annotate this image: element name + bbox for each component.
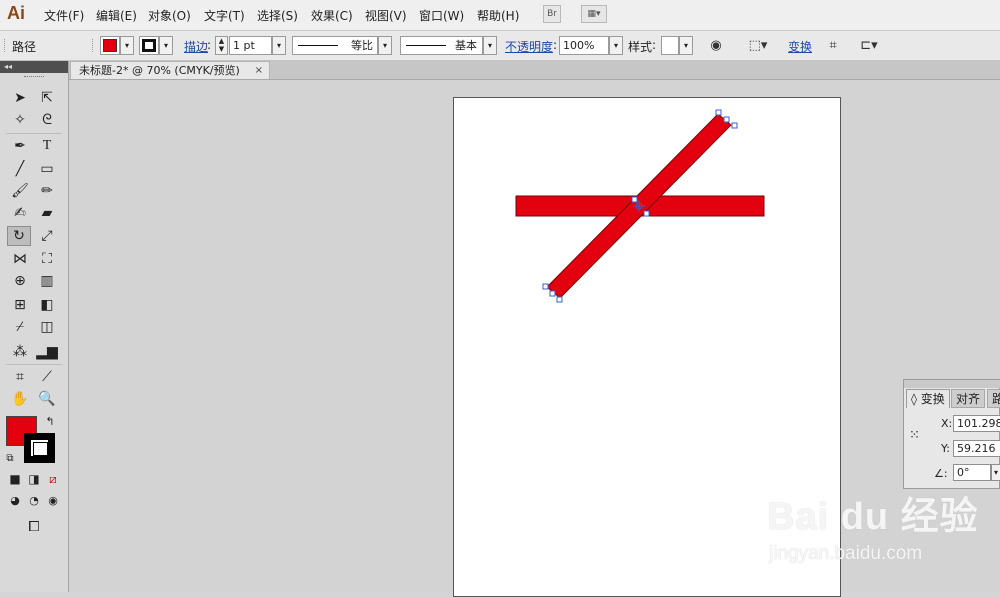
anchor-point [631, 196, 638, 203]
reference-point-locator-icon[interactable]: ⁙ [909, 427, 926, 444]
angle-icon: ∠: [934, 467, 948, 480]
transform-panel-header[interactable] [904, 380, 1000, 388]
anchor-point [542, 283, 549, 290]
baidu-watermark: Bai du 经验 jingyan.baidu.com [767, 485, 1000, 585]
anchor-point [556, 296, 563, 303]
y-position-input[interactable]: 59.216 [953, 440, 1000, 457]
anchor-point [643, 210, 650, 217]
tab-pathfinder[interactable]: 路 [987, 389, 1000, 408]
angle-input[interactable]: 0° [953, 464, 991, 481]
tab-transform[interactable]: ◊ 变换 [906, 389, 950, 408]
y-label: Y: [941, 442, 950, 455]
tab-align[interactable]: 对齐 [951, 389, 986, 408]
angle-dropdown[interactable]: ▾ [991, 464, 1000, 481]
watermark-brand: Bai du 经验 [767, 496, 979, 538]
tab-transform-label: 变换 [920, 392, 945, 406]
anchor-point [723, 116, 730, 123]
x-position-input[interactable]: 101.298 [953, 415, 1000, 432]
x-label: X: [941, 417, 953, 430]
anchor-point [731, 122, 738, 129]
watermark-url: jingyan.baidu.com [769, 543, 923, 564]
anchor-point [549, 290, 556, 297]
transform-panel: ◊ 变换 对齐 路 ⁙ X: 101.298 Y: 59.216 ∠: 0° ▾ [903, 379, 1000, 489]
anchor-point [715, 109, 722, 116]
